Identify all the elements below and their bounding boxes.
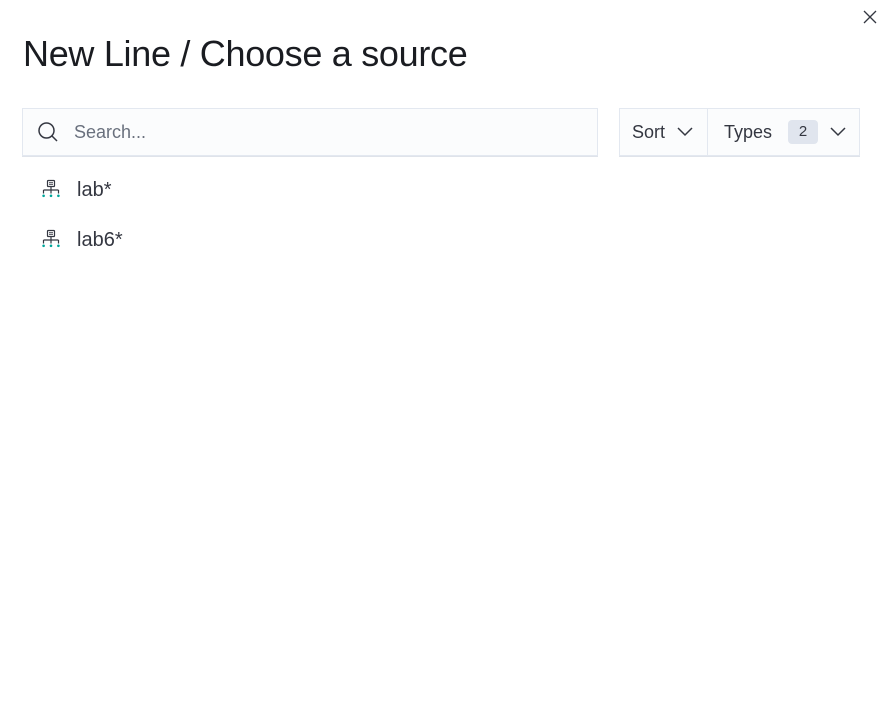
sort-label: Sort [632, 121, 666, 142]
search-field[interactable] [22, 108, 598, 156]
types-count-badge: 2 [788, 120, 819, 144]
close-button[interactable] [860, 9, 880, 29]
search-input[interactable] [72, 111, 576, 153]
types-filter-button[interactable]: Types 2 [708, 109, 859, 155]
source-item-lab6[interactable]: lab6* [38, 215, 123, 265]
index-pattern-icon [38, 227, 64, 253]
search-icon [36, 120, 60, 144]
source-item-label: lab* [77, 178, 112, 201]
source-item-lab[interactable]: lab* [38, 165, 123, 215]
dialog-title: New Line / Choose a source [23, 33, 468, 74]
index-pattern-icon [38, 177, 64, 203]
close-icon [862, 9, 878, 30]
types-label: Types [724, 121, 773, 142]
chevron-down-icon [677, 127, 693, 137]
source-list: lab* lab6* [38, 165, 123, 265]
chevron-down-icon [830, 127, 846, 137]
choose-source-dialog: New Line / Choose a source Sort Types 2 [0, 0, 888, 710]
source-item-label: lab6* [77, 228, 123, 251]
filter-group: Sort Types 2 [619, 108, 860, 156]
sort-button[interactable]: Sort [620, 109, 708, 155]
